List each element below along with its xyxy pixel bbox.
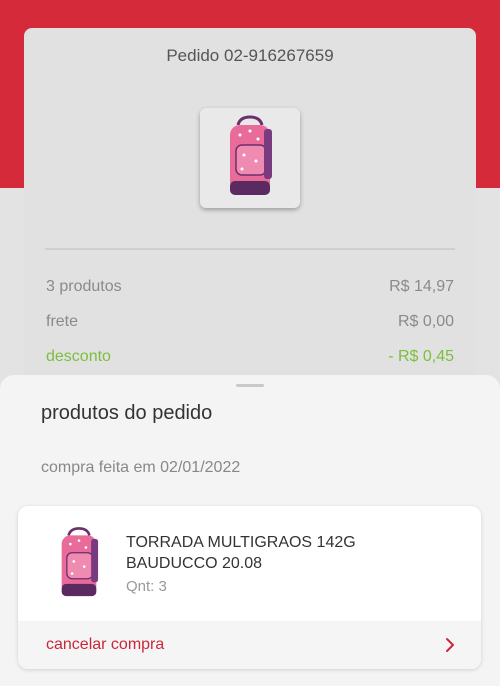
summary-label: frete [46, 313, 79, 330]
summary-row-discount: desconto - R$ 0,45 [46, 348, 454, 366]
summary-value: R$ 14,97 [389, 278, 454, 295]
product-name: TORRADA MULTIGRAOS 142G BAUDUCCO 20.08 [126, 534, 356, 572]
summary-label: 3 produtos [46, 278, 122, 295]
backpack-icon [61, 527, 99, 597]
summary-value: R$ 0,00 [397, 313, 454, 330]
order-number: Pedido 02-916267659 [166, 46, 334, 65]
cancel-purchase-label: cancelar compra [46, 636, 165, 653]
product-thumbnail[interactable] [44, 524, 114, 604]
backpack-icon [230, 115, 272, 195]
purchase-date: compra feita em 02/01/2022 [41, 459, 241, 476]
chevron-right-icon [445, 637, 455, 653]
sheet-drag-handle[interactable] [236, 384, 264, 387]
order-summary-card: Pedido 02-916267659 3 produtos R$ 14,97 … [24, 28, 476, 428]
summary-row-products: 3 produtos R$ 14,97 [46, 278, 454, 296]
divider [45, 248, 455, 250]
summary-label: desconto [46, 348, 111, 365]
cancel-purchase-button[interactable]: cancelar compra [18, 621, 481, 669]
summary-value: - R$ 0,45 [388, 348, 454, 365]
product-card: TORRADA MULTIGRAOS 142G BAUDUCCO 20.08 Q… [18, 506, 481, 669]
order-products-sheet: produtos do pedido compra feita em 02/01… [0, 375, 500, 686]
summary-row-shipping: frete R$ 0,00 [46, 313, 454, 331]
product-quantity: Qnt: 3 [126, 578, 167, 595]
order-product-thumbnail[interactable] [200, 108, 300, 208]
sheet-title: produtos do pedido [41, 402, 213, 424]
